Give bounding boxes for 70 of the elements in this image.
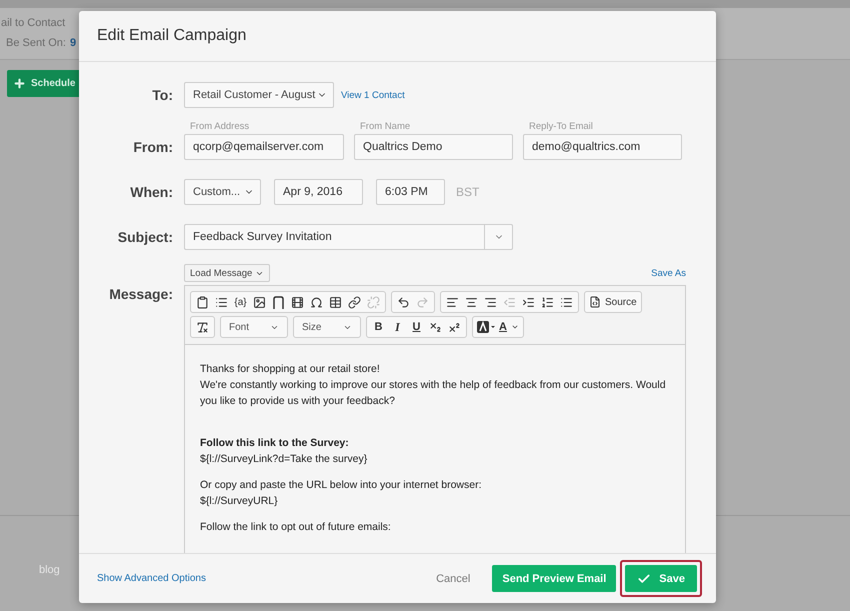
background-color-icon	[477, 321, 495, 333]
save-as-link[interactable]: Save As	[651, 268, 686, 278]
time-field[interactable]: 6:03 PM	[376, 179, 445, 205]
toolbar-button[interactable]: B	[369, 318, 388, 336]
table-icon	[329, 296, 342, 308]
toolbar-button[interactable]: {a}	[231, 293, 250, 311]
advanced-options-link[interactable]: Show Advanced Options	[97, 573, 206, 584]
dialog-title: Edit Email Campaign	[79, 11, 716, 62]
align-right-icon	[484, 296, 497, 308]
toolbar-button[interactable]: A	[497, 318, 521, 336]
to-label: To:	[151, 87, 173, 103]
toolbar-button[interactable]: U	[407, 318, 426, 336]
align-left-icon	[446, 296, 459, 308]
field-caption: From Name	[359, 121, 412, 132]
timezone-label: BST	[456, 185, 480, 199]
message-text: Follow this link to the Survey:	[200, 436, 350, 451]
redo-icon	[416, 296, 429, 308]
link-icon	[348, 296, 361, 308]
toolbar-button[interactable]: I	[388, 318, 407, 336]
schedule-button[interactable]: Schedule	[7, 70, 82, 97]
undo-icon	[397, 296, 410, 308]
superscript-icon	[448, 320, 461, 334]
field-caption: Reply-To Email	[528, 121, 594, 132]
plus-icon	[13, 77, 26, 90]
toolbar-button[interactable]: Size	[296, 318, 358, 336]
send-date-value: 9	[70, 37, 76, 49]
message-text: We're constantly working to improve our stores with the help of feedback from our customers. Would you like to provide us with your feedback?	[200, 378, 667, 409]
text-field[interactable]: Qualtrics Demo	[354, 134, 513, 160]
indent-icon	[522, 296, 535, 308]
source-icon	[589, 296, 601, 308]
recipient-dropdown[interactable]: Retail Customer - August	[184, 82, 334, 108]
image-icon	[253, 296, 266, 308]
background-heading: ail to Contact	[1, 17, 66, 29]
message-editor[interactable]	[184, 285, 686, 553]
message-text: Thanks for shopping at our retail store!	[200, 362, 381, 377]
numbered-list-icon	[541, 296, 554, 308]
clear-format-icon	[196, 320, 209, 334]
message-label: Message:	[108, 285, 173, 304]
subject-label: Subject:	[116, 229, 173, 245]
page-break-icon	[273, 296, 284, 308]
list-icon	[215, 296, 228, 308]
unlink-icon	[367, 296, 380, 308]
message-text: ${l://SurveyURL}	[200, 494, 279, 509]
text-field[interactable]: qcorp@qemailserver.com	[184, 134, 344, 160]
cancel-button[interactable]: Cancel	[430, 572, 476, 586]
toolbar-button[interactable]: Source	[587, 293, 639, 311]
load-message-button[interactable]: Load Message	[184, 264, 270, 282]
check-icon	[637, 572, 652, 586]
align-center-icon	[465, 296, 478, 308]
message-text: Follow the link to opt out of future emails:	[200, 520, 392, 535]
field-caption: From Address	[189, 121, 250, 132]
film-icon	[291, 296, 304, 308]
date-field[interactable]: Apr 9, 2016	[274, 179, 363, 205]
message-text: ${l://SurveyLink?d=Take the survey}	[200, 452, 368, 467]
bullet-list-icon	[560, 296, 573, 308]
clipboard-icon	[196, 296, 209, 308]
text-field[interactable]: demo@qualtrics.com	[523, 134, 682, 160]
message-text: Or copy and paste the URL below into your internet browser:	[200, 478, 483, 493]
caret-icon	[510, 323, 519, 331]
toolbar-button[interactable]	[475, 318, 497, 336]
send-date-label: Be Sent On:	[6, 37, 66, 49]
schedule-dropdown[interactable]: Custom...	[184, 179, 261, 205]
omega-icon	[310, 296, 323, 308]
view-contact-link[interactable]: View 1 Contact	[341, 90, 405, 100]
when-label: When:	[129, 184, 173, 200]
outdent-icon	[503, 296, 516, 308]
subscript-icon	[429, 320, 442, 334]
subject-field[interactable]: Feedback Survey Invitation	[184, 224, 484, 250]
toolbar-button[interactable]: Font	[223, 318, 285, 336]
from-label: From:	[132, 139, 173, 157]
